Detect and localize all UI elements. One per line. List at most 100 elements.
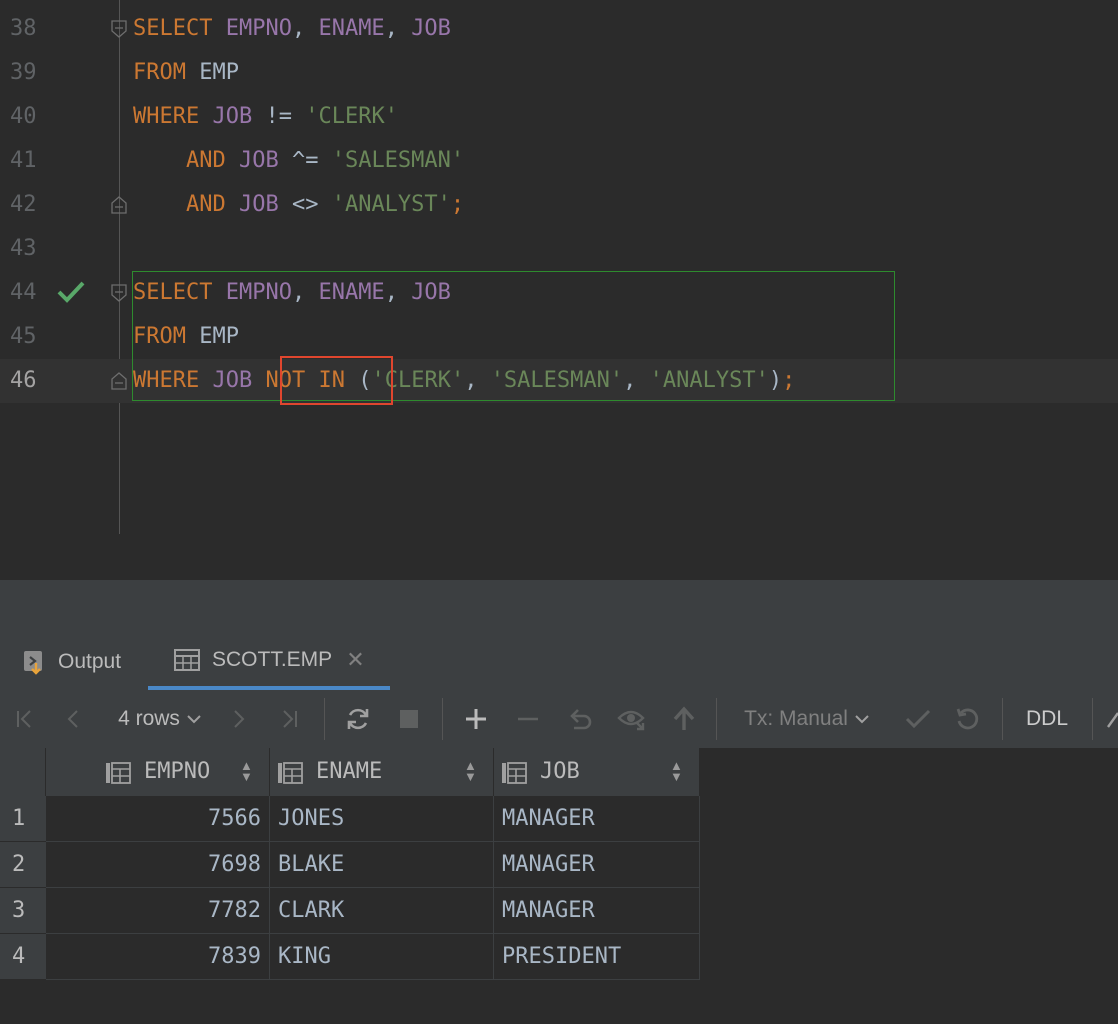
- ddl-button[interactable]: DDL: [1018, 690, 1076, 748]
- table-row[interactable]: 3 7782 CLARK MANAGER: [0, 888, 700, 934]
- code-line[interactable]: 40 WHERE JOB != 'CLERK': [0, 95, 1118, 139]
- more-tools-icon[interactable]: [1100, 690, 1118, 748]
- cell-job[interactable]: PRESIDENT: [494, 934, 700, 980]
- sql-editor[interactable]: 38 SELECT EMPNO, ENAME, JOB 39 FROM EMP …: [0, 0, 1118, 534]
- cell-job[interactable]: MANAGER: [494, 888, 700, 934]
- cell-empno[interactable]: 7782: [46, 888, 270, 934]
- code-token: JOB: [411, 16, 451, 41]
- code-text[interactable]: FROM EMP: [133, 315, 239, 359]
- toolbar-separator: [1092, 698, 1093, 740]
- line-number: 43: [10, 236, 37, 261]
- table-row[interactable]: 1 7566 JONES MANAGER: [0, 796, 700, 842]
- code-line[interactable]: 45 FROM EMP: [0, 315, 1118, 359]
- cell-ename[interactable]: KING: [270, 934, 494, 980]
- tx-mode-label: Tx: Manual: [744, 707, 848, 730]
- code-token: ,: [623, 368, 650, 393]
- code-line[interactable]: 39 FROM EMP: [0, 51, 1118, 95]
- line-number: 39: [10, 60, 37, 85]
- line-number: 41: [10, 148, 37, 173]
- stop-icon[interactable]: [392, 690, 426, 748]
- sort-icon[interactable]: ▲ ▼: [240, 759, 253, 783]
- prev-page-icon[interactable]: [56, 690, 90, 748]
- code-token: JOB: [411, 280, 451, 305]
- fold-end-icon[interactable]: [111, 196, 127, 214]
- result-toolbar: 4 rows Tx: Manual DDL: [0, 690, 1118, 748]
- fold-start-icon[interactable]: [111, 284, 127, 302]
- cell-ename[interactable]: BLAKE: [270, 842, 494, 888]
- row-number: 1: [0, 796, 46, 842]
- code-text[interactable]: AND JOB <> 'ANALYST';: [133, 183, 464, 227]
- row-number: 3: [0, 888, 46, 934]
- fold-end-icon[interactable]: [111, 372, 127, 390]
- column-header-label: EMPNO: [144, 759, 211, 784]
- code-token: 'SALESMAN': [490, 368, 624, 393]
- chevron-down-icon: [855, 715, 869, 724]
- code-line[interactable]: 43: [0, 227, 1118, 271]
- table-row[interactable]: 4 7839 KING PRESIDENT: [0, 934, 700, 980]
- code-token: NOT IN: [265, 368, 345, 393]
- code-token: FROM: [133, 324, 200, 349]
- delete-row-icon[interactable]: [510, 690, 546, 748]
- column-header-label: JOB: [540, 759, 580, 784]
- add-row-icon[interactable]: [458, 690, 494, 748]
- code-text[interactable]: AND JOB ^= 'SALESMAN': [133, 139, 464, 183]
- code-line-current[interactable]: 46 WHERE JOB NOT IN ('CLERK', 'SALESMAN'…: [0, 359, 1118, 403]
- rows-count-dropdown[interactable]: 4 rows: [104, 690, 216, 748]
- cell-ename[interactable]: CLARK: [270, 888, 494, 934]
- code-token: JOB: [238, 148, 279, 173]
- code-token: <>: [278, 192, 332, 217]
- code-line[interactable]: 41 AND JOB ^= 'SALESMAN': [0, 139, 1118, 183]
- table-row[interactable]: 2 7698 BLAKE MANAGER: [0, 842, 700, 888]
- submit-icon[interactable]: [666, 690, 702, 748]
- cell-empno[interactable]: 7566: [46, 796, 270, 842]
- revert-icon[interactable]: [562, 690, 598, 748]
- cell-job[interactable]: MANAGER: [494, 796, 700, 842]
- code-token: (: [344, 368, 372, 393]
- result-grid[interactable]: EMPNO ▲ ▼ ENAME ▲ ▼ JOB ▲ ▼ 1 7566 JONES MA…: [0, 748, 1118, 1024]
- line-number: 45: [10, 324, 37, 349]
- cell-empno[interactable]: 7839: [46, 934, 270, 980]
- sort-icon[interactable]: ▲ ▼: [670, 759, 683, 783]
- fold-start-icon[interactable]: [111, 20, 127, 38]
- sort-icon[interactable]: ▲ ▼: [464, 759, 477, 783]
- code-line[interactable]: 38 SELECT EMPNO, ENAME, JOB: [0, 7, 1118, 51]
- cell-empno[interactable]: 7698: [46, 842, 270, 888]
- rollback-icon[interactable]: [950, 690, 986, 748]
- code-token: ENAME: [318, 280, 385, 305]
- panel-splitter[interactable]: [0, 534, 1118, 580]
- first-page-icon[interactable]: [8, 690, 42, 748]
- code-text[interactable]: FROM EMP: [133, 51, 239, 95]
- code-token: EMPNO: [225, 16, 292, 41]
- preview-changes-icon[interactable]: [614, 690, 650, 748]
- tab-scott-emp[interactable]: SCOTT.EMP ✕: [148, 634, 390, 690]
- code-text[interactable]: WHERE JOB != 'CLERK': [133, 95, 398, 139]
- code-text[interactable]: WHERE JOB NOT IN ('CLERK', 'SALESMAN', '…: [133, 359, 795, 403]
- tx-mode-dropdown[interactable]: Tx: Manual: [734, 690, 880, 748]
- close-icon[interactable]: ✕: [346, 647, 364, 673]
- code-text[interactable]: SELECT EMPNO, ENAME, JOB: [133, 271, 451, 315]
- code-line[interactable]: 42 AND JOB <> 'ANALYST';: [0, 183, 1118, 227]
- cell-job[interactable]: MANAGER: [494, 842, 700, 888]
- code-token: AND: [185, 148, 239, 173]
- toolbar-separator: [716, 698, 717, 740]
- commit-icon[interactable]: [900, 690, 936, 748]
- code-token: 'CLERK': [305, 104, 398, 129]
- code-token: EMPNO: [225, 280, 292, 305]
- next-page-icon[interactable]: [222, 690, 256, 748]
- cell-ename[interactable]: JONES: [270, 796, 494, 842]
- code-token: SELECT: [133, 16, 226, 41]
- code-token: ,: [291, 16, 319, 41]
- code-token: JOB: [212, 368, 253, 393]
- column-header-ename[interactable]: ENAME ▲ ▼: [270, 748, 494, 796]
- table-icon: [174, 649, 200, 671]
- code-text[interactable]: SELECT EMPNO, ENAME, JOB: [133, 7, 451, 51]
- column-header-empno[interactable]: EMPNO ▲ ▼: [46, 748, 270, 796]
- last-page-icon[interactable]: [272, 690, 306, 748]
- tab-output[interactable]: Output: [22, 634, 121, 690]
- column-header-job[interactable]: JOB ▲ ▼: [494, 748, 700, 796]
- code-line[interactable]: 44 SELECT EMPNO, ENAME, JOB: [0, 271, 1118, 315]
- checkmark-icon: [57, 281, 85, 303]
- refresh-icon[interactable]: [340, 690, 376, 748]
